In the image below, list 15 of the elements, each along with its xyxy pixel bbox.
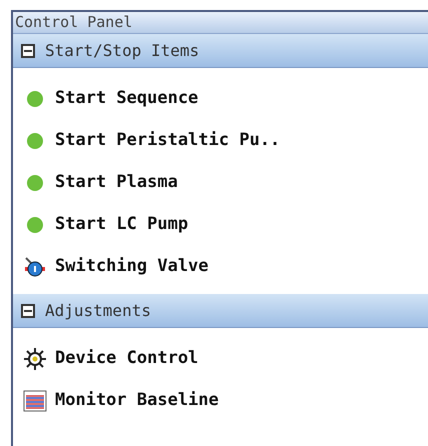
section-header[interactable]: Start/Stop Items [13,34,428,68]
panel-item[interactable]: Start Peristaltic Pu.. [13,120,428,162]
window-title: Control Panel [13,12,428,34]
panel-item[interactable]: Device Control [13,338,428,380]
panel-item[interactable]: Start Plasma [13,162,428,204]
panel-item[interactable]: Start LC Pump [13,204,428,246]
gear-icon [23,347,47,371]
chart-icon [23,390,47,412]
valve-icon [23,256,47,278]
panel-item[interactable]: Start Sequence [13,78,428,120]
section-header[interactable]: Adjustments [13,294,428,328]
panel-item[interactable]: Monitor Baseline [13,380,428,422]
collapse-icon[interactable] [21,44,35,58]
panel-item[interactable]: Switching Valve [13,246,428,288]
collapse-icon[interactable] [21,304,35,318]
